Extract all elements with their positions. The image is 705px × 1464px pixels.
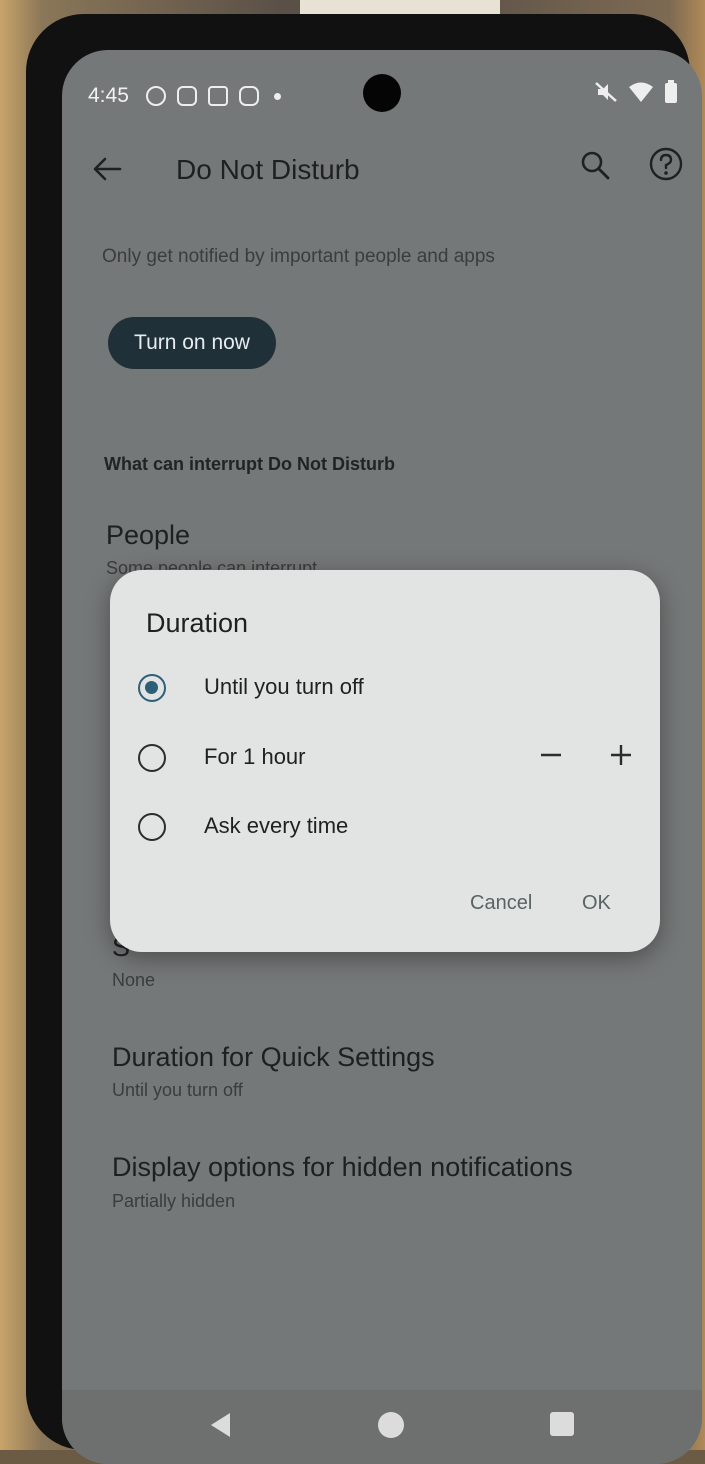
close-box-icon bbox=[177, 86, 197, 106]
bag-icon bbox=[208, 86, 228, 106]
radio-selected[interactable] bbox=[138, 674, 166, 702]
ok-button[interactable]: OK bbox=[582, 892, 611, 915]
people-title[interactable]: People bbox=[106, 520, 190, 551]
minus-icon[interactable] bbox=[534, 738, 568, 772]
chat-icon bbox=[239, 86, 259, 106]
cancel-button[interactable]: Cancel bbox=[470, 892, 532, 915]
help-icon[interactable] bbox=[648, 146, 684, 182]
duration-quick-settings-summary: Until you turn off bbox=[112, 1080, 243, 1100]
camera-cutout bbox=[363, 74, 401, 112]
schedules-summary: None bbox=[112, 970, 156, 990]
nav-recents-icon[interactable] bbox=[550, 1412, 574, 1436]
phone-frame: 4:45 Do Not Disturb Only get notified by… bbox=[26, 14, 702, 1464]
option-label: Until you turn off bbox=[204, 674, 364, 699]
radio-unselected[interactable] bbox=[138, 744, 166, 772]
page-title: Do Not Disturb bbox=[176, 154, 360, 185]
section-header: What can interrupt Do Not Disturb bbox=[104, 454, 395, 474]
radio-unselected[interactable] bbox=[138, 813, 166, 841]
option-ask-every-time[interactable]: Ask every time bbox=[110, 801, 660, 853]
nav-back-icon[interactable] bbox=[206, 1410, 236, 1440]
option-label: Ask every time bbox=[204, 813, 349, 838]
smiley-icon bbox=[146, 86, 166, 106]
page-description: Only get notified by important people an… bbox=[102, 246, 495, 267]
search-icon[interactable] bbox=[578, 148, 612, 182]
battery-icon bbox=[665, 80, 677, 103]
display-options-title[interactable]: Display options for hidden notifications bbox=[112, 1152, 573, 1183]
option-for-1-hour[interactable]: For 1 hour bbox=[110, 732, 660, 784]
duration-quick-settings-title[interactable]: Duration for Quick Settings bbox=[112, 1042, 435, 1073]
option-label: For 1 hour bbox=[204, 744, 306, 769]
status-time: 4:45 bbox=[88, 84, 129, 107]
dialog-title: Duration bbox=[146, 608, 249, 638]
wifi-icon bbox=[629, 82, 653, 102]
display-options-summary: Partially hidden bbox=[112, 1191, 236, 1211]
plus-icon[interactable] bbox=[604, 738, 638, 772]
app-bar: Do Not Disturb bbox=[62, 142, 702, 202]
system-icons bbox=[594, 80, 678, 104]
mute-icon bbox=[595, 82, 617, 102]
turn-on-now-button[interactable]: Turn on now bbox=[108, 317, 276, 369]
more-dot-icon bbox=[274, 92, 281, 100]
radio-dot-icon bbox=[145, 681, 158, 694]
navigation-bar bbox=[62, 1390, 702, 1464]
arrow-left-icon[interactable] bbox=[90, 152, 124, 186]
notification-icons bbox=[146, 86, 281, 106]
screen: 4:45 Do Not Disturb Only get notified by… bbox=[62, 50, 702, 1464]
option-until-turn-off[interactable]: Until you turn off bbox=[110, 662, 660, 714]
nav-home-icon[interactable] bbox=[378, 1412, 404, 1438]
duration-dialog: Duration Until you turn off For 1 hour A… bbox=[110, 570, 660, 952]
